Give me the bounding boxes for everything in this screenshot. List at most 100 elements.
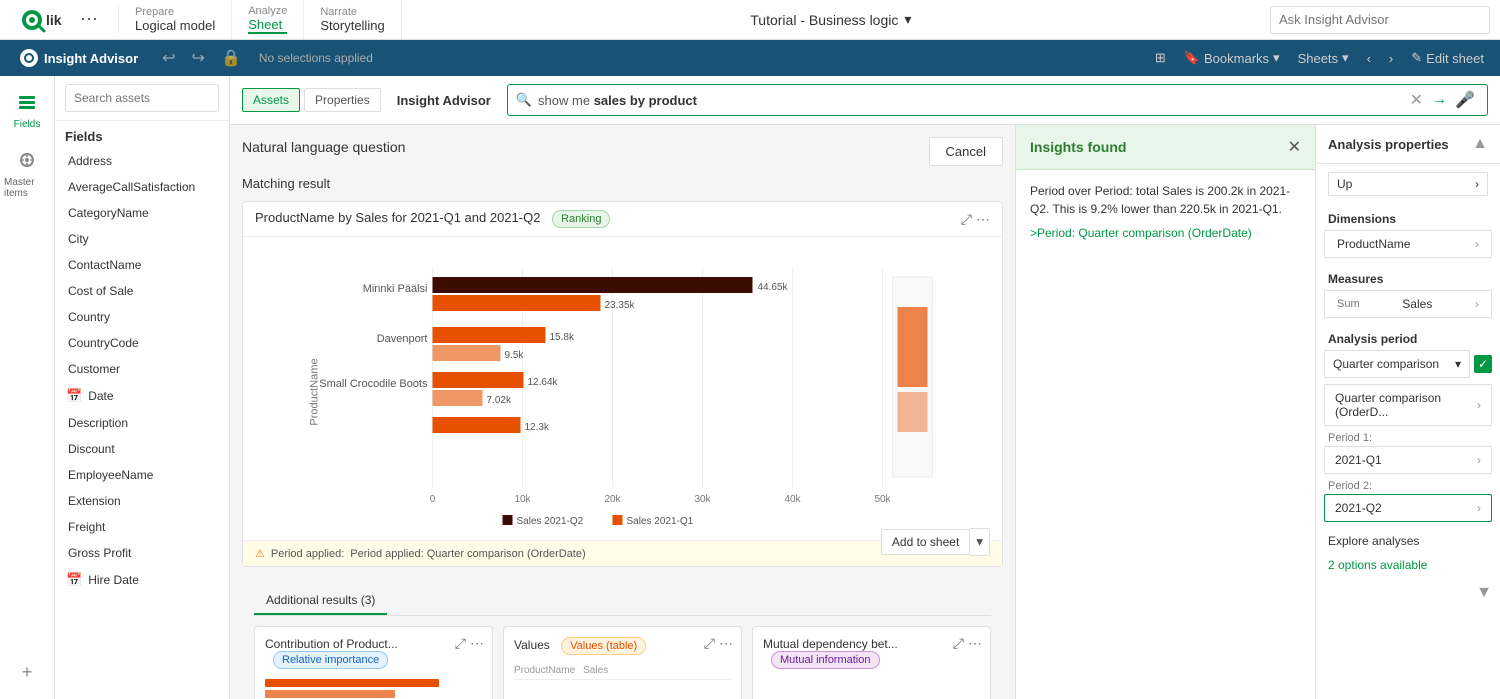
svg-text:15.8k: 15.8k <box>550 332 575 343</box>
add-to-sheet-button[interactable]: Add to sheet <box>881 529 970 555</box>
selections-forward-tool[interactable]: ↪ <box>186 44 211 72</box>
svg-text:44.65k: 44.65k <box>758 282 789 293</box>
analysis-header: Analysis properties ▲ <box>1316 125 1500 164</box>
svg-text:20k: 20k <box>604 494 621 505</box>
contribution-bars <box>265 675 482 699</box>
date-calendar-icon: 📅 <box>66 388 82 404</box>
field-item-city[interactable]: City <box>55 226 229 252</box>
dimension-value: ProductName <box>1337 237 1410 251</box>
period-info-icon: ⚠ <box>255 547 265 560</box>
insight-close-button[interactable]: ✕ <box>1288 137 1301 157</box>
selections-back-tool[interactable]: ↩ <box>156 44 181 72</box>
quarter-comparison-dropdown[interactable]: Quarter comparison ▾ <box>1324 350 1470 378</box>
sheets-button[interactable]: Sheets ▾ <box>1292 47 1355 69</box>
up-selector[interactable]: Up › <box>1328 172 1488 196</box>
clear-search-button[interactable]: ✕ <box>1406 88 1427 112</box>
additional-results: Additional results (3) Contribution of P… <box>242 579 1003 699</box>
grid-view-button[interactable]: ⊞ <box>1149 47 1172 69</box>
ask-insight-input[interactable] <box>1270 6 1490 34</box>
analyze-value: Sheet <box>248 17 287 34</box>
field-item-date[interactable]: 📅 Date <box>55 382 229 410</box>
expand-mutual-button[interactable]: ⤢ <box>953 635 964 652</box>
chart-title: ProductName by Sales for 2021-Q1 and 202… <box>255 210 540 225</box>
expand-values-button[interactable]: ⤢ <box>704 635 715 652</box>
period2-selector[interactable]: 2021-Q2 › <box>1324 494 1492 522</box>
period1-selector[interactable]: 2021-Q1 › <box>1324 446 1492 474</box>
selections-clear-tool[interactable]: 🔒 <box>215 44 247 72</box>
svg-text:12.64k: 12.64k <box>528 377 559 388</box>
left-sidebar: Fields Master items + <box>0 76 55 699</box>
properties-tab[interactable]: Properties <box>304 88 381 112</box>
nav-dots-icon[interactable]: ⋯ <box>72 9 106 30</box>
field-item-extension[interactable]: Extension <box>55 488 229 514</box>
chart-menu-button[interactable]: ⋯ <box>976 211 990 228</box>
add-to-sheet-dropdown[interactable]: ▾ <box>970 528 990 556</box>
analyze-section[interactable]: Analyze Sheet <box>232 0 304 39</box>
insight-advisor-button[interactable]: Insight Advisor <box>10 45 148 71</box>
edit-sheet-button[interactable]: ✎ Edit sheet <box>1405 47 1490 69</box>
small-card-contribution-header: Contribution of Product... Relative impo… <box>265 637 482 669</box>
additional-results-tab[interactable]: Additional results (3) <box>254 587 387 615</box>
fields-icon <box>17 92 37 117</box>
app-title[interactable]: Tutorial - Business logic ▾ <box>750 11 911 28</box>
dimension-chevron-icon: › <box>1475 237 1479 251</box>
narrate-section[interactable]: Narrate Storytelling <box>304 0 401 39</box>
up-label: Up <box>1337 177 1352 191</box>
menu-contrib-button[interactable]: ⋯ <box>470 635 484 652</box>
field-item-avgcall[interactable]: AverageCallSatisfaction <box>55 174 229 200</box>
values-header-row: ProductName Sales <box>514 665 731 680</box>
cancel-button[interactable]: Cancel <box>929 137 1003 166</box>
ia-search-container[interactable]: 🔍 show me sales by product ✕ → 🎤 <box>507 84 1488 116</box>
explore-link[interactable]: 2 options available <box>1316 550 1500 580</box>
quarter-comparison-sub-chevron: › <box>1477 398 1481 412</box>
add-to-sheet-area: Add to sheet ▾ <box>881 528 990 556</box>
svg-text:10k: 10k <box>514 494 531 505</box>
field-item-address[interactable]: Address <box>55 148 229 174</box>
field-item-costofsale[interactable]: Cost of Sale <box>55 278 229 304</box>
dimension-product-name[interactable]: ProductName › <box>1324 230 1492 258</box>
ia-search-bar: Assets Properties Insight Advisor 🔍 show… <box>230 76 1500 125</box>
main-layout: Fields Master items + <box>0 76 1500 699</box>
field-item-grossprofit[interactable]: Gross Profit <box>55 540 229 566</box>
field-item-customer[interactable]: Customer <box>55 356 229 382</box>
field-item-discount[interactable]: Discount <box>55 436 229 462</box>
period-checkbox[interactable]: ✓ <box>1474 355 1492 373</box>
field-item-freight[interactable]: Freight <box>55 514 229 540</box>
sidebar-item-add[interactable]: + <box>18 654 37 691</box>
next-sheet-button[interactable]: › <box>1383 48 1399 69</box>
menu-values-button[interactable]: ⋯ <box>719 635 733 652</box>
narrate-value: Storytelling <box>320 18 384 33</box>
field-item-hiredate[interactable]: 📅 Hire Date <box>55 566 229 594</box>
expand-contrib-button[interactable]: ⤢ <box>455 635 466 652</box>
field-item-employeename[interactable]: EmployeeName <box>55 462 229 488</box>
menu-mutual-button[interactable]: ⋯ <box>968 635 982 652</box>
sidebar-item-fields[interactable]: Fields <box>0 84 54 138</box>
period-applied-text: Period applied: <box>271 548 344 560</box>
bar-chart-svg: ProductName Minnki Päälsi <box>243 247 1002 527</box>
prev-sheet-button[interactable]: ‹ <box>1361 48 1377 69</box>
values-columns: ProductName Sales <box>514 661 731 680</box>
fields-search-input[interactable] <box>65 84 219 112</box>
svg-text:Davenport: Davenport <box>377 333 428 345</box>
field-item-country[interactable]: Country <box>55 304 229 330</box>
mic-button[interactable]: 🎤 <box>1451 88 1479 112</box>
top-navigation: lik ⋯ Prepare Logical model Analyze Shee… <box>0 0 1500 40</box>
field-item-countrycode[interactable]: CountryCode <box>55 330 229 356</box>
field-item-contact[interactable]: ContactName <box>55 252 229 278</box>
go-search-button[interactable]: → <box>1427 89 1451 111</box>
measure-row[interactable]: Sum Sales › <box>1324 290 1492 318</box>
quarter-comparison-sub[interactable]: Quarter comparison (OrderD... › <box>1324 384 1492 426</box>
field-item-category[interactable]: CategoryName <box>55 200 229 226</box>
field-item-description[interactable]: Description <box>55 410 229 436</box>
insight-link[interactable]: >Period: Quarter comparison (OrderDate) <box>1030 226 1301 240</box>
chart-card-header: ProductName by Sales for 2021-Q1 and 202… <box>243 202 1002 237</box>
prepare-section[interactable]: Prepare Logical model <box>119 0 232 39</box>
sidebar-item-master[interactable]: Master items <box>0 142 54 207</box>
fields-title: Fields <box>55 121 229 148</box>
assets-tab[interactable]: Assets <box>242 88 300 112</box>
small-card-values-header: Values Values (table) <box>514 637 731 655</box>
bookmarks-button[interactable]: 🔖 Bookmarks ▾ <box>1178 47 1286 69</box>
small-card-contribution: Contribution of Product... Relative impo… <box>254 626 493 699</box>
chart-badge: Ranking <box>552 210 610 228</box>
expand-chart-button[interactable]: ⤢ <box>961 211 972 228</box>
